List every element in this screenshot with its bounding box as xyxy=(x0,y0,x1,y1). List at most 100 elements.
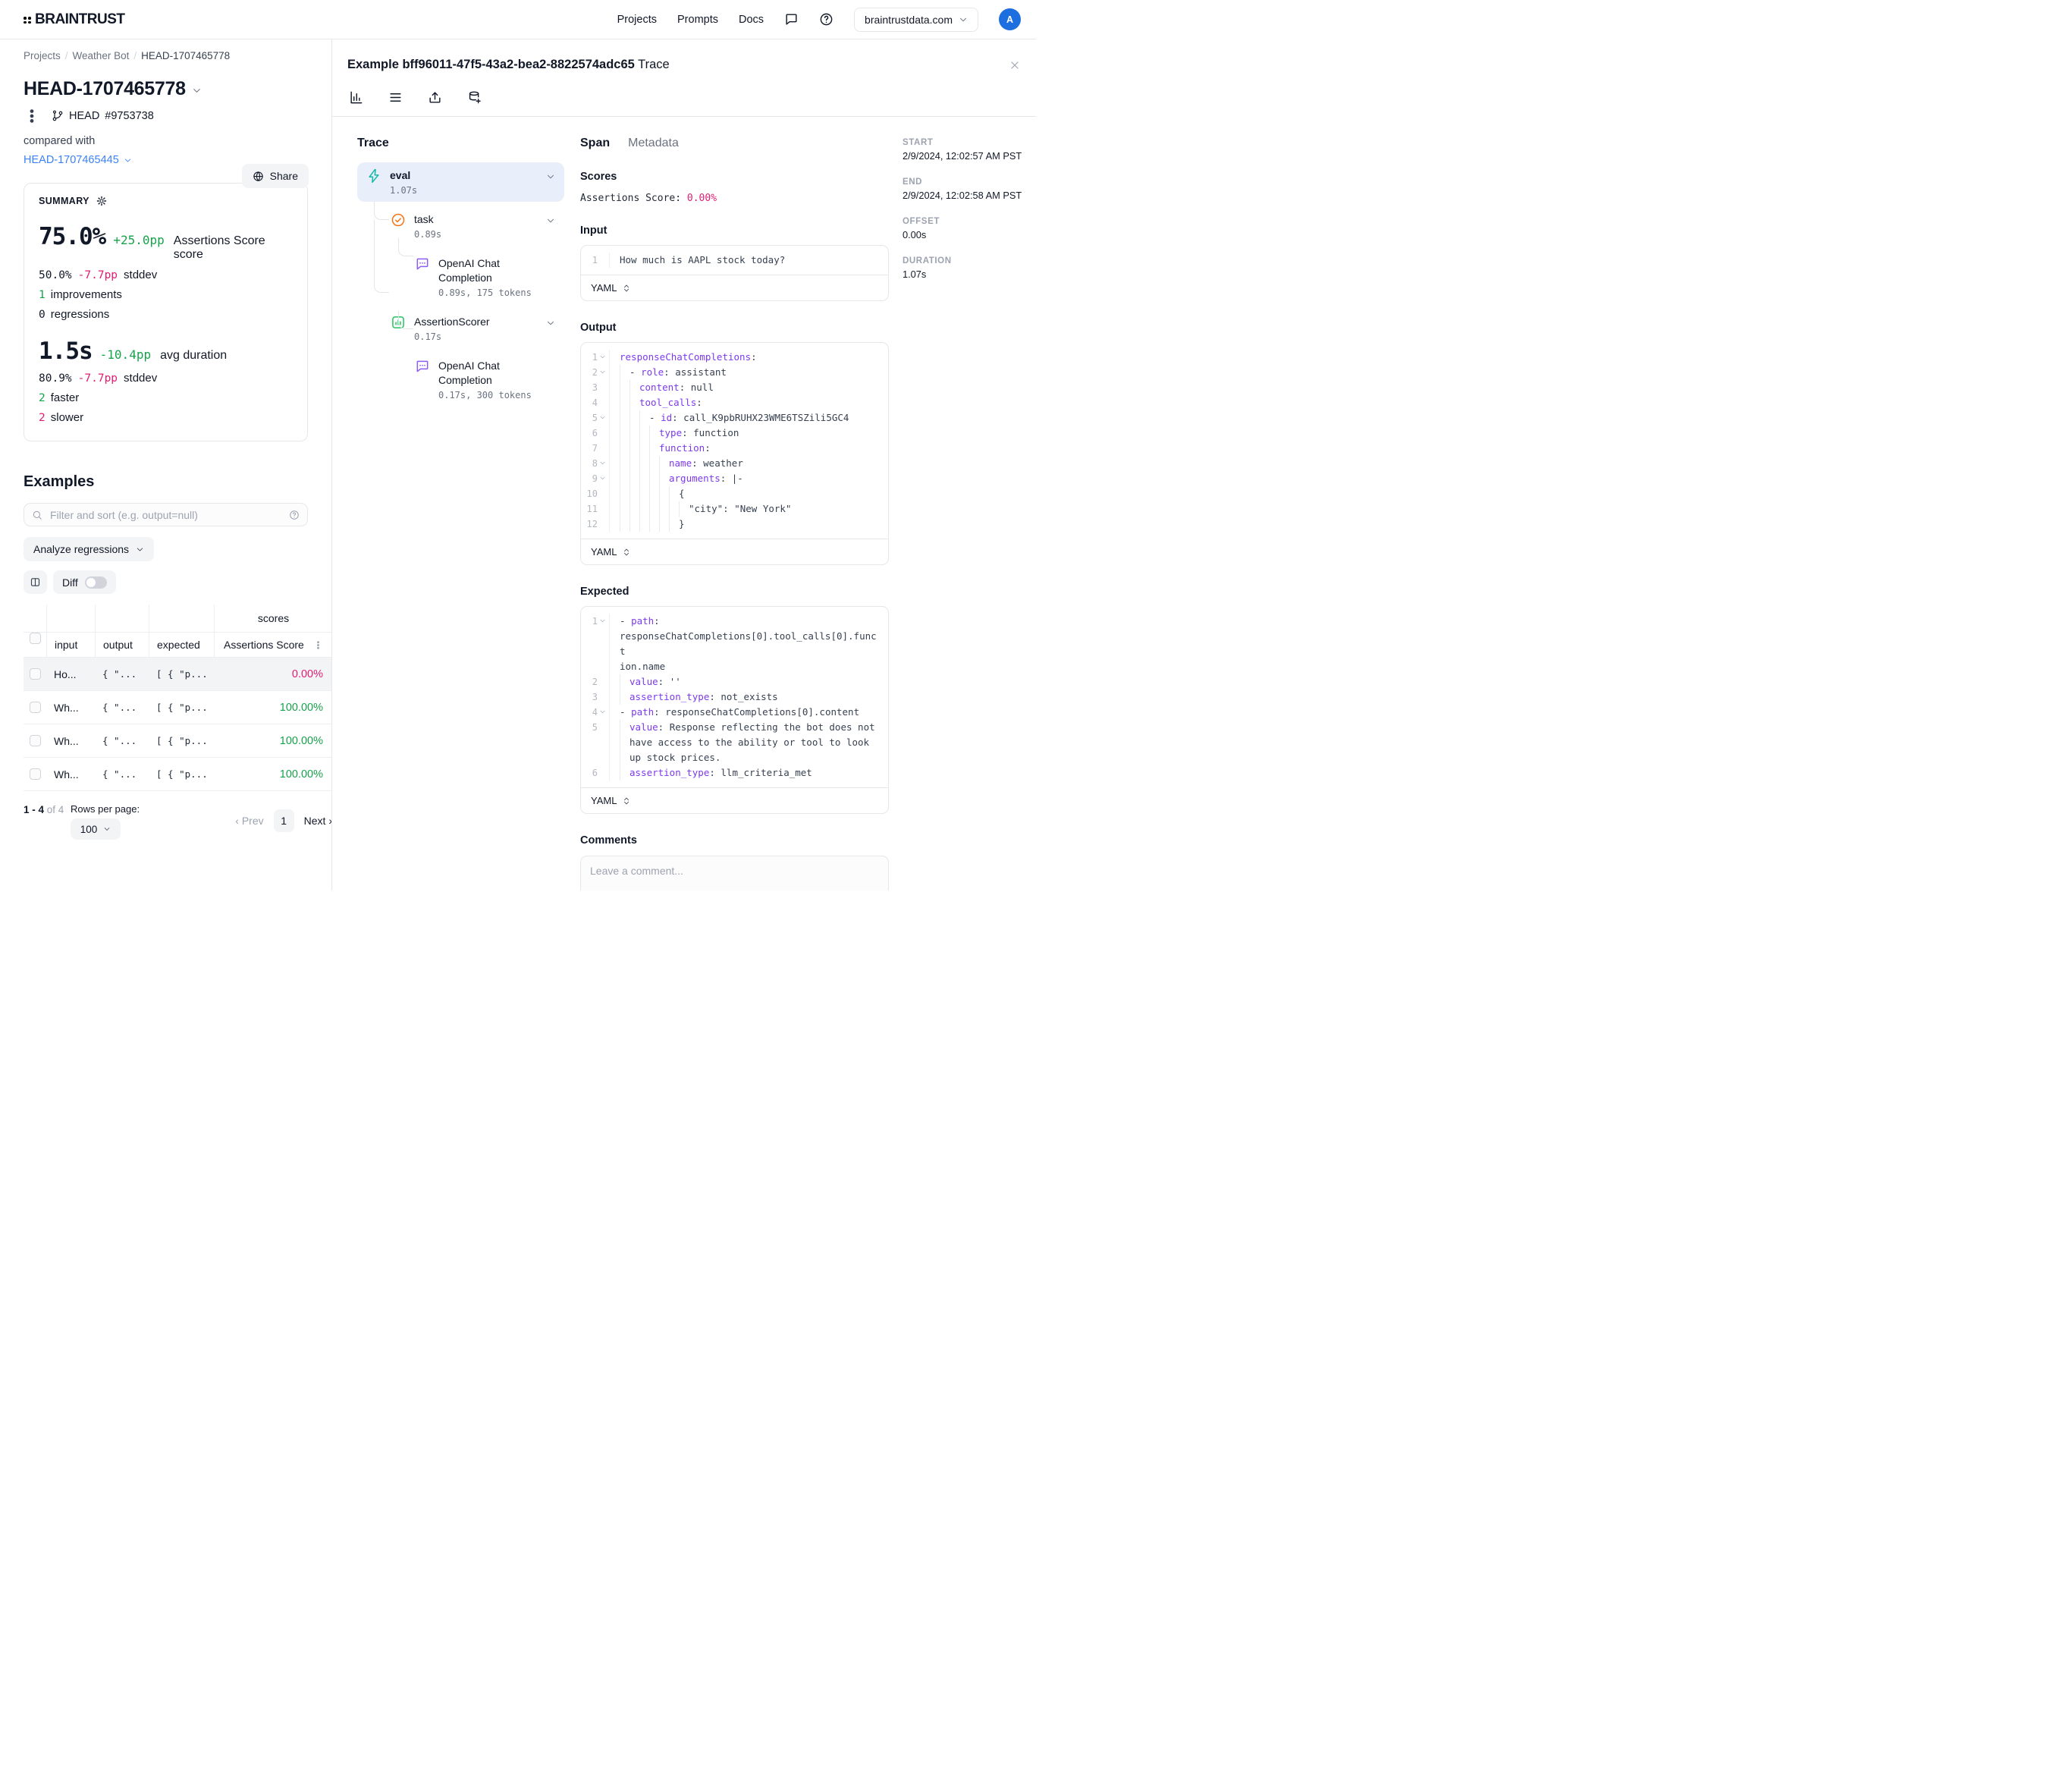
row-checkbox[interactable] xyxy=(30,702,41,713)
line-number: 7 xyxy=(592,441,598,456)
span-tabs: Span Metadata xyxy=(580,137,889,150)
slower-label: slower xyxy=(51,411,83,424)
gear-icon[interactable] xyxy=(96,196,107,206)
title-chevron-icon[interactable] xyxy=(192,86,202,96)
share-button[interactable]: Share xyxy=(242,164,309,188)
trace-node-duration: 0.17s xyxy=(414,331,555,342)
trace-node-label: OpenAI Chat Completion xyxy=(438,256,555,285)
breadcrumb-projects[interactable]: Projects xyxy=(24,50,61,61)
faster-count: 2 xyxy=(39,392,46,404)
metadata-duration: DURATION 1.07s xyxy=(903,256,1022,280)
code-line: 11"city": "New York" xyxy=(581,501,888,517)
export-icon[interactable] xyxy=(428,90,442,105)
cell-expected: [ { "p... xyxy=(149,768,214,780)
line-number: 1 xyxy=(592,614,598,629)
nav-link-projects[interactable]: Projects xyxy=(617,14,657,26)
row-checkbox[interactable] xyxy=(30,768,41,780)
column-menu-icon[interactable] xyxy=(313,640,323,650)
scores-heading: Scores xyxy=(580,171,889,183)
row-checkbox[interactable] xyxy=(30,735,41,746)
code-line: 5- id: call_K9pbRUHX23WME6TSZili5GC4 xyxy=(581,410,888,426)
collapse-icon[interactable] xyxy=(599,460,606,466)
col-header-input[interactable]: input xyxy=(46,633,95,657)
breadcrumb-project[interactable]: Weather Bot xyxy=(73,50,130,61)
chevron-down-icon xyxy=(136,545,144,554)
list-view-icon[interactable] xyxy=(388,90,403,105)
filter-input[interactable] xyxy=(49,508,283,522)
collapse-icon[interactable] xyxy=(599,369,606,375)
expected-format-select[interactable]: YAML xyxy=(581,787,888,813)
collapse-icon[interactable] xyxy=(599,708,606,715)
code-line: 12} xyxy=(581,517,888,532)
span-detail-panel: SpanMetadata Scores Assertions Score: 0.… xyxy=(580,137,889,890)
git-branch-icon xyxy=(52,110,64,122)
col-header-expected[interactable]: expected xyxy=(149,633,214,657)
line-number: 8 xyxy=(592,456,598,471)
line-number: 12 xyxy=(587,517,598,532)
faster-label: faster xyxy=(51,391,80,404)
experiment-panel: Projects/ Weather Bot/ HEAD-1707465778 H… xyxy=(0,39,332,890)
line-number: 3 xyxy=(592,380,598,395)
col-header-output[interactable]: output xyxy=(95,633,149,657)
code-line: 10{ xyxy=(581,486,888,501)
chevron-down-icon[interactable] xyxy=(546,216,555,225)
feedback-icon[interactable] xyxy=(784,12,799,27)
trace-node-eval[interactable]: eval1.07s xyxy=(357,162,564,202)
metadata-value: 1.07s xyxy=(903,269,1022,280)
next-page-button[interactable]: Next › xyxy=(304,815,332,827)
analyze-regressions-button[interactable]: Analyze regressions xyxy=(24,537,154,561)
trace-node-openai-chat-completion[interactable]: OpenAI Chat Completion0.89s, 175 tokens xyxy=(406,250,564,304)
code-line: 3content: null xyxy=(581,380,888,395)
chevron-down-icon[interactable] xyxy=(546,172,555,181)
col-header-score[interactable]: Assertions Score xyxy=(224,639,304,651)
input-format-select[interactable]: YAML xyxy=(581,275,888,300)
trace-node-duration: 0.89s xyxy=(414,229,555,240)
rows-per-page-select[interactable]: 100 xyxy=(71,818,121,840)
code-line: 4tool_calls: xyxy=(581,395,888,410)
trace-node-openai-chat-completion[interactable]: OpenAI Chat Completion0.17s, 300 tokens xyxy=(406,353,564,407)
code-line: 1- path: responseChatCompletions[0].tool… xyxy=(581,614,888,674)
row-checkbox[interactable] xyxy=(30,668,41,680)
avatar[interactable]: A xyxy=(999,8,1021,30)
table-row[interactable]: Wh...{ "...[ { "p...100.00% xyxy=(24,691,332,724)
table-row[interactable]: Wh...{ "...[ { "p...100.00% xyxy=(24,758,332,791)
search-icon xyxy=(32,510,42,520)
metadata-offset: OFFSET0.00s xyxy=(903,217,1022,240)
chart-view-icon[interactable] xyxy=(349,90,363,105)
tab-span[interactable]: Span xyxy=(580,137,610,150)
select-all-checkbox[interactable] xyxy=(30,633,41,644)
collapse-icon[interactable] xyxy=(599,475,606,482)
line-number: 10 xyxy=(587,486,598,501)
braintrust-logo[interactable]: BRAINTRUST xyxy=(24,11,125,28)
score-label: Assertions Score score xyxy=(174,234,293,262)
columns-button[interactable] xyxy=(24,570,47,594)
close-icon[interactable] xyxy=(1009,59,1021,71)
diff-toggle[interactable]: Diff xyxy=(53,570,116,594)
collapse-icon[interactable] xyxy=(599,353,606,360)
cell-score: 100.00% xyxy=(214,768,332,781)
diff-toggle-switch[interactable] xyxy=(85,576,107,589)
help-icon[interactable] xyxy=(819,12,834,27)
comment-input[interactable] xyxy=(581,856,888,890)
metadata-label: DURATION xyxy=(903,256,1022,265)
org-name: braintrustdata.com xyxy=(865,14,953,26)
nav-link-prompts[interactable]: Prompts xyxy=(677,14,718,26)
duration-value: 1.5s xyxy=(39,338,93,365)
add-to-dataset-icon[interactable] xyxy=(467,90,482,105)
table-row[interactable]: Wh...{ "...[ { "p...100.00% xyxy=(24,724,332,758)
experiment-menu-button[interactable] xyxy=(24,108,40,124)
collapse-icon[interactable] xyxy=(599,414,606,421)
tab-metadata[interactable]: Metadata xyxy=(628,137,679,150)
prev-page-button[interactable]: ‹ Prev xyxy=(235,815,263,827)
table-row[interactable]: Ho...{ "...[ { "p...0.00% xyxy=(24,658,332,691)
code-line: 3assertion_type: not_exists xyxy=(581,689,888,705)
collapse-icon[interactable] xyxy=(599,617,606,624)
output-format-select[interactable]: YAML xyxy=(581,539,888,564)
branch-name: HEAD xyxy=(69,110,99,122)
improvements-count: 1 xyxy=(39,289,46,301)
nav-link-docs[interactable]: Docs xyxy=(739,14,764,26)
org-switcher[interactable]: braintrustdata.com xyxy=(854,8,978,32)
filter-help-icon[interactable] xyxy=(289,510,300,520)
chevron-down-icon[interactable] xyxy=(546,319,555,328)
current-page-button[interactable]: 1 xyxy=(274,809,294,832)
